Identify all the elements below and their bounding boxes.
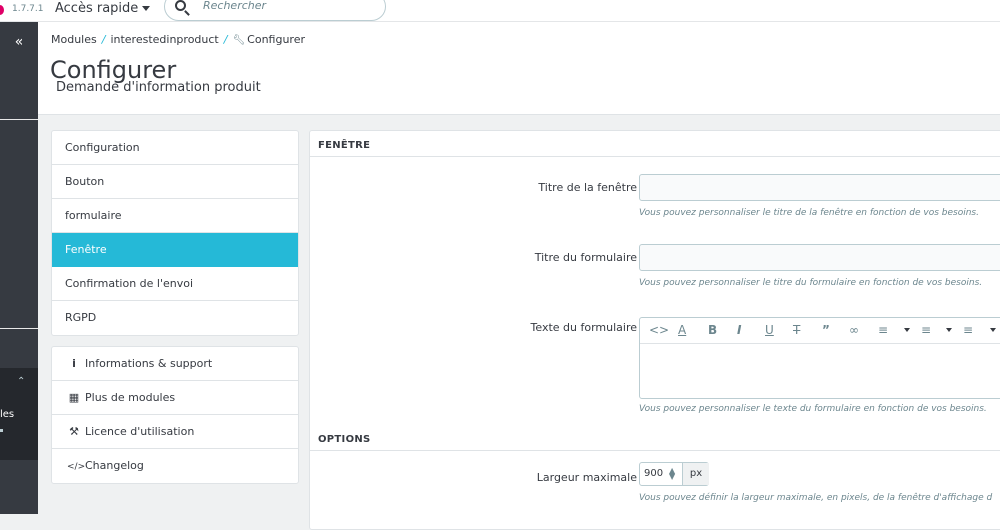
wrench-icon: 🔧︎ (232, 35, 246, 46)
info-icon: i (72, 357, 76, 370)
form-text-label: Texte du formulaire (530, 321, 637, 334)
breadcrumb-separator: / (101, 33, 106, 46)
search-icon[interactable] (175, 0, 186, 11)
form-panel: FENÊTRE Titre de la fenêtre Vous pouvez … (309, 130, 1000, 530)
sidebar-divider (0, 328, 38, 329)
breadcrumb-separator: / (223, 33, 228, 46)
form-title-help: Vous pouvez personnaliser le titre du fo… (639, 278, 983, 288)
form-text-help: Vous pouvez personnaliser le texte du fo… (639, 404, 987, 414)
menu-item-label: Plus de modules (85, 391, 176, 404)
quick-access-label: Accès rapide (55, 1, 139, 16)
font-color-icon[interactable]: A (678, 323, 686, 337)
quote-icon[interactable]: ” (822, 323, 830, 337)
menu-item-bouton[interactable]: Bouton (52, 165, 298, 199)
page-header: Modules / interestedinproduct / 🔧︎ Configurer… (38, 22, 1000, 115)
strikethrough-icon[interactable]: T (793, 323, 800, 337)
underline-icon[interactable]: U (765, 323, 774, 337)
top-bar: 1.7.7.1 Accès rapide (0, 0, 1000, 22)
caret-down-icon[interactable] (946, 328, 952, 332)
editor-toolbar: <> A B I U T ” ∞ ≡ ≡ ≡ (640, 318, 1000, 344)
menu-item-confirmation[interactable]: Confirmation de l'envoi (52, 267, 298, 301)
collapse-sidebar-button[interactable]: « (0, 22, 38, 62)
gavel-icon: ⚒ (69, 425, 79, 438)
caret-down-icon[interactable] (990, 328, 996, 332)
window-title-input[interactable] (639, 174, 1000, 201)
menu-item-changelog[interactable]: </>Changelog (52, 449, 298, 483)
section-title-fenetre: FENÊTRE (318, 140, 371, 151)
italic-icon[interactable]: I (737, 323, 741, 337)
search-box[interactable] (164, 0, 386, 21)
menu-item-formulaire[interactable]: formulaire (52, 199, 298, 233)
sidebar: « ⌃ les (0, 22, 38, 514)
logo-icon[interactable] (0, 5, 4, 15)
caret-down-icon[interactable] (904, 328, 910, 332)
menu-item-label: Changelog (85, 459, 144, 472)
window-title-help: Vous pouvez personnaliser le titre de la… (639, 208, 979, 218)
form-text-editor[interactable]: <> A B I U T ” ∞ ≡ ≡ ≡ (639, 317, 1000, 399)
code-view-icon[interactable]: <> (649, 323, 669, 337)
menu-item-informations[interactable]: i Informations & support (52, 347, 298, 381)
page-subtitle: Demande d'information produit (56, 80, 261, 95)
max-width-unit: px (682, 463, 709, 485)
menu-item-label: Licence d'utilisation (85, 425, 195, 438)
max-width-input[interactable]: 900 ▲ ▼ px (639, 462, 709, 486)
form-title-label: Titre du formulaire (534, 251, 637, 264)
max-width-help: Vous pouvez définir la largeur maximale,… (639, 493, 993, 503)
sidebar-divider (0, 119, 38, 120)
quick-access-button[interactable]: Accès rapide (55, 1, 151, 16)
menu-item-configuration[interactable]: Configuration (52, 131, 298, 165)
menu-item-rgpd[interactable]: RGPD (52, 301, 298, 335)
breadcrumb: Modules / interestedinproduct / 🔧︎ Configurer (51, 33, 305, 46)
breadcrumb-current: Configurer (247, 33, 306, 46)
sidebar-item-label[interactable]: les (0, 409, 14, 420)
config-menu: Configuration Bouton formulaire Fenêtre … (51, 130, 299, 336)
section-divider (310, 156, 1000, 157)
chevron-up-icon[interactable]: ⌃ (17, 376, 25, 387)
link-icon[interactable]: ∞ (849, 323, 859, 337)
numbered-list-icon[interactable]: ≡ (963, 323, 973, 337)
window-title-label: Titre de la fenêtre (538, 181, 637, 194)
menu-item-label: Informations & support (85, 357, 213, 370)
max-width-value[interactable]: 900 (644, 468, 663, 479)
caret-down-icon (142, 6, 151, 11)
menu-item-licence[interactable]: ⚒ Licence d'utilisation (52, 415, 298, 449)
version-label: 1.7.7.1 (12, 4, 44, 14)
search-input[interactable] (203, 0, 373, 12)
menu-item-fenetre[interactable]: Fenêtre (52, 233, 298, 267)
breadcrumb-module[interactable]: interestedinproduct (110, 33, 218, 46)
menu-item-plus-modules[interactable]: ▦ Plus de modules (52, 381, 298, 415)
bold-icon[interactable]: B (708, 323, 717, 337)
sidebar-bullet (0, 429, 3, 432)
spinner-icon[interactable]: ▲ ▼ (669, 467, 675, 481)
align-icon[interactable]: ≡ (878, 323, 888, 337)
modules-icon: ▦ (68, 391, 80, 404)
max-width-label: Largeur maximale (536, 471, 637, 484)
code-icon: </> (67, 462, 86, 472)
section-title-options: OPTIONS (318, 434, 371, 445)
breadcrumb-modules[interactable]: Modules (51, 33, 97, 46)
bullet-list-icon[interactable]: ≡ (921, 323, 931, 337)
form-title-input[interactable] (639, 244, 1000, 271)
support-menu: i Informations & support ▦ Plus de modules… (51, 346, 299, 484)
section-divider (310, 450, 1000, 451)
